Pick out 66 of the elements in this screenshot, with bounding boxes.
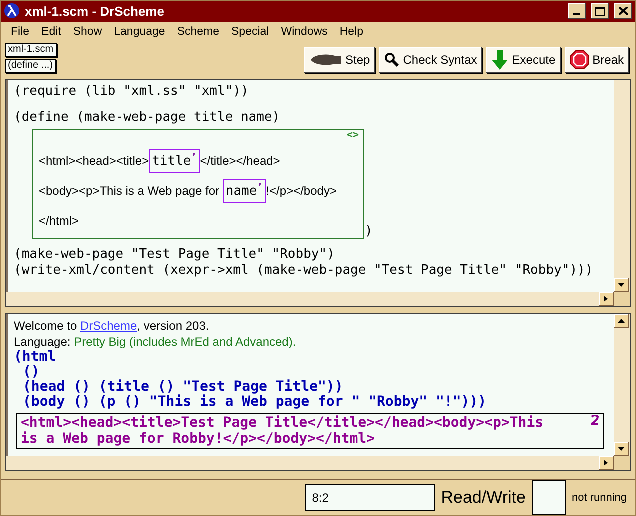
down-arrow-icon — [618, 446, 625, 452]
scroll-arrow-button[interactable] — [614, 278, 629, 292]
menu-item[interactable]: File — [5, 26, 36, 38]
close-button[interactable] — [614, 3, 632, 20]
file-menu-button[interactable]: (define ...) — [5, 58, 56, 73]
maximize-icon — [595, 6, 605, 16]
scheme-box: title , — [149, 149, 200, 174]
menu-item[interactable]: Language — [108, 26, 172, 38]
position-field: 8:2 — [305, 484, 436, 511]
code-line: (make-web-page "Test Page Title" "Robby") — [14, 247, 336, 264]
language-value: Pretty Big (includes MrEd and Advanced). — [74, 334, 296, 349]
menu-item[interactable]: Show — [67, 26, 108, 38]
lambda-icon — [4, 3, 20, 20]
interactions-window[interactable] — [6, 314, 614, 456]
code-text: ) — [365, 224, 373, 240]
break-button[interactable]: Break — [564, 46, 629, 73]
horizontal-scrollbar[interactable] — [6, 292, 614, 306]
xml-box-label: <> — [346, 130, 359, 142]
menu-item[interactable]: Edit — [36, 26, 68, 38]
scroll-arrow-button[interactable] — [599, 292, 614, 306]
search-icon — [384, 52, 400, 68]
language-label: Language: — [14, 334, 72, 349]
horizontal-scrollbar[interactable] — [6, 456, 614, 470]
output-line: (head () (title () "Test Page Title")) — [22, 380, 344, 395]
drscheme-link[interactable]: DrScheme — [80, 318, 138, 333]
output-line: (body () (p () "This is a Web page for " "Robby" "!"))) — [22, 394, 488, 410]
menu-item[interactable]: Windows — [275, 26, 334, 38]
right-arrow-icon — [603, 296, 610, 302]
xml-text: <html><head><title> — [39, 154, 150, 168]
menu-item[interactable]: Special — [226, 26, 276, 38]
execute-button[interactable]: Execute — [486, 46, 561, 73]
vertical-scrollbar[interactable] — [614, 314, 630, 456]
xml-text: </title></head> — [200, 154, 280, 168]
code-line: (require (lib "xml.ss" "xml")) — [14, 84, 250, 100]
output-line: () — [22, 364, 41, 380]
step-button[interactable]: Step — [304, 46, 376, 73]
welcome-text: Welcome to DrScheme, version 203. — [14, 318, 210, 334]
mode-text: Read/Write — [441, 488, 526, 508]
menu-item[interactable]: Help — [334, 26, 370, 38]
status-text: not running — [572, 492, 627, 504]
file-menu-button[interactable]: xml-1.scm — [5, 42, 57, 57]
up-arrow-icon — [618, 318, 625, 324]
minimize-button[interactable] — [568, 3, 586, 20]
close-icon — [618, 7, 628, 16]
xml-text: !</p></body> — [266, 184, 337, 198]
stop-icon — [570, 50, 590, 70]
scroll-arrow-button[interactable] — [599, 456, 614, 470]
code-line: (write-xml/content (xexpr->xml (make-web-page "Test Page Title" "Robby"))) — [14, 263, 594, 280]
right-arrow-icon — [603, 460, 610, 466]
result-text: <html><head><title>Test Page Title</title></head><body><p>This is a Web page for Robby!</p></body></html> — [21, 414, 545, 447]
maximize-button[interactable] — [591, 3, 609, 20]
activity-box — [532, 480, 566, 515]
down-arrow-icon — [491, 50, 510, 70]
xml-text: <body><p>This is a Web page for — [39, 184, 221, 198]
scroll-arrow-button[interactable] — [614, 314, 629, 328]
scheme-box: name , — [222, 179, 266, 204]
scroll-arrow-button[interactable] — [614, 442, 629, 456]
vertical-scrollbar[interactable] — [614, 80, 630, 292]
check-button[interactable]: Check Syntax — [379, 46, 482, 73]
window-title: xml-1.scm - DrScheme — [25, 4, 166, 19]
output-line: (html — [14, 350, 58, 365]
menu-item[interactable]: Scheme — [171, 26, 226, 38]
definitions-editor[interactable] — [6, 80, 614, 292]
code-line: (define (make-web-page title name) — [14, 110, 282, 126]
xml-text: </html> — [39, 214, 80, 228]
down-arrow-icon — [618, 282, 625, 288]
